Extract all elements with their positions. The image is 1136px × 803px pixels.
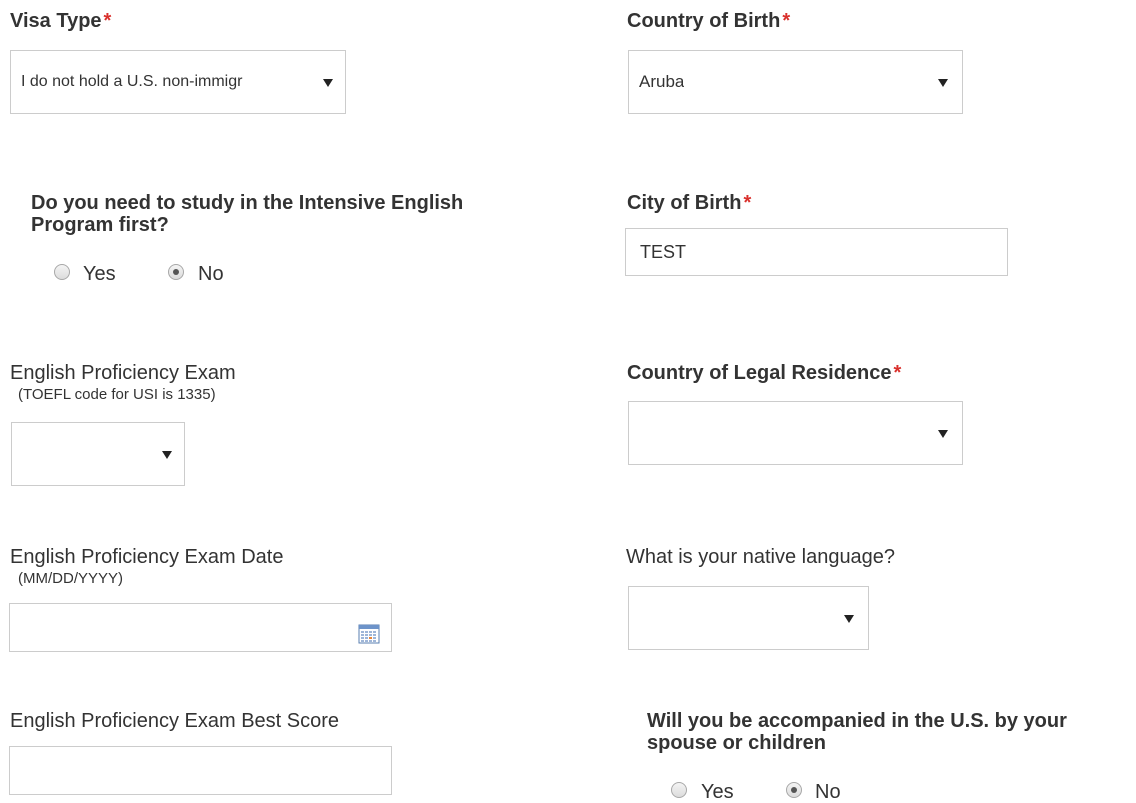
country-of-birth-selected-value: Aruba bbox=[639, 72, 685, 91]
chevron-down-icon bbox=[938, 79, 948, 87]
city-of-birth-label-text: City of Birth bbox=[627, 192, 742, 214]
english-exam-select[interactable] bbox=[11, 422, 185, 486]
exam-score-input[interactable] bbox=[9, 746, 392, 795]
english-exam-hint: (TOEFL code for USI is 1335) bbox=[18, 386, 216, 403]
accompanied-yes-label[interactable]: Yes bbox=[701, 781, 734, 803]
accompanied-no-label[interactable]: No bbox=[815, 781, 841, 803]
visa-type-label-text: Visa Type bbox=[10, 10, 102, 32]
accompanied-no-radio[interactable] bbox=[786, 782, 802, 798]
intensive-english-question-line2: Program first? bbox=[31, 214, 169, 236]
accompanied-question-line1: Will you be accompanied in the U.S. by y… bbox=[647, 710, 1067, 732]
exam-date-label: English Proficiency Exam Date bbox=[10, 546, 284, 568]
intensive-english-question: Do you need to study in the Intensive En… bbox=[31, 192, 463, 236]
country-of-birth-label-text: Country of Birth bbox=[627, 10, 781, 32]
city-of-birth-label: City of Birth * bbox=[627, 192, 751, 214]
city-of-birth-input[interactable] bbox=[625, 228, 1008, 276]
chevron-down-icon bbox=[844, 615, 854, 623]
country-of-residence-select[interactable] bbox=[628, 401, 963, 465]
accompanied-question-line2: spouse or children bbox=[647, 732, 826, 754]
intensive-english-no-radio[interactable] bbox=[168, 264, 184, 280]
accompanied-question: Will you be accompanied in the U.S. by y… bbox=[647, 710, 1067, 754]
calendar-icon[interactable] bbox=[358, 624, 380, 644]
intensive-english-yes-radio[interactable] bbox=[54, 264, 70, 280]
accompanied-yes-radio[interactable] bbox=[671, 782, 687, 798]
exam-date-hint: (MM/DD/YYYY) bbox=[18, 570, 123, 587]
country-of-residence-label: Country of Legal Residence * bbox=[627, 362, 901, 384]
native-language-select[interactable] bbox=[628, 586, 869, 650]
visa-type-label: Visa Type * bbox=[10, 10, 111, 32]
english-exam-label: English Proficiency Exam bbox=[10, 362, 236, 384]
required-marker: * bbox=[103, 10, 112, 32]
exam-score-label: English Proficiency Exam Best Score bbox=[10, 710, 340, 732]
intensive-english-question-line1: Do you need to study in the Intensive En… bbox=[31, 192, 464, 214]
exam-date-input[interactable] bbox=[9, 603, 392, 652]
native-language-label: What is your native language? bbox=[626, 546, 896, 568]
chevron-down-icon bbox=[162, 451, 172, 459]
country-of-birth-select[interactable]: Aruba bbox=[628, 50, 963, 114]
intensive-english-no-label[interactable]: No bbox=[198, 263, 224, 285]
country-of-residence-label-text: Country of Legal Residence bbox=[627, 362, 892, 384]
visa-type-selected-value: I do not hold a U.S. non-immigr bbox=[21, 73, 243, 90]
intensive-english-yes-label[interactable]: Yes bbox=[83, 263, 116, 285]
chevron-down-icon bbox=[323, 79, 333, 87]
required-marker: * bbox=[743, 192, 752, 214]
chevron-down-icon bbox=[938, 430, 948, 438]
required-marker: * bbox=[893, 362, 902, 384]
country-of-birth-label: Country of Birth * bbox=[627, 10, 790, 32]
visa-type-select[interactable]: I do not hold a U.S. non-immigr bbox=[10, 50, 346, 114]
required-marker: * bbox=[782, 10, 791, 32]
